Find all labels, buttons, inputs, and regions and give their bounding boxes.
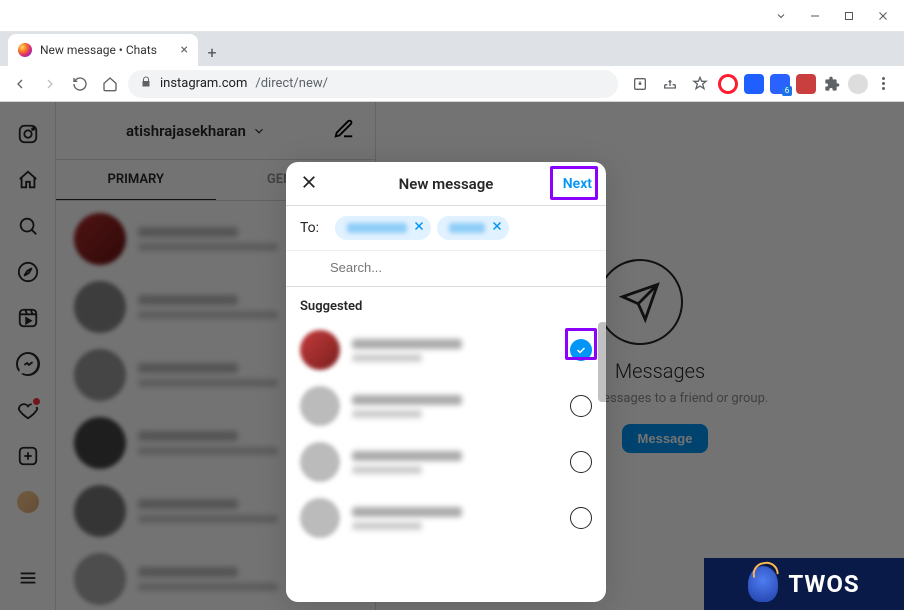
bookmark-icon[interactable]	[688, 72, 712, 96]
extension-badge-icon[interactable]	[770, 74, 790, 94]
watermark-text: TWOS	[788, 570, 859, 598]
select-radio[interactable]	[570, 507, 592, 529]
search-row	[286, 251, 606, 287]
select-radio[interactable]	[570, 451, 592, 473]
back-button[interactable]	[8, 72, 32, 96]
chip-remove-icon[interactable]	[491, 220, 503, 236]
window-controls	[0, 0, 904, 32]
share-icon[interactable]	[658, 72, 682, 96]
lock-icon	[140, 76, 152, 92]
recipients-row: To:	[286, 206, 606, 251]
reload-button[interactable]	[68, 72, 92, 96]
suggested-item[interactable]	[286, 434, 606, 490]
address-bar: instagram.com/direct/new/	[0, 66, 904, 102]
new-tab-button[interactable]: +	[198, 38, 226, 66]
page-content: atishrajasekharan PRIMARY GENERAL 2w Mes…	[0, 102, 904, 610]
window-minimize-icon[interactable]	[798, 4, 832, 28]
browser-menu-icon[interactable]	[874, 77, 892, 90]
url-bar[interactable]: instagram.com/direct/new/	[128, 70, 618, 98]
browser-tab[interactable]: New message • Chats ×	[8, 34, 198, 66]
extension-red-icon[interactable]	[796, 74, 816, 94]
instagram-favicon-icon	[18, 43, 32, 57]
forward-button[interactable]	[38, 72, 62, 96]
url-path: /direct/new/	[255, 76, 328, 91]
select-radio[interactable]	[570, 339, 592, 361]
modal-close-button[interactable]	[300, 173, 318, 195]
suggested-item[interactable]	[286, 490, 606, 546]
tab-bar: New message • Chats × +	[0, 32, 904, 66]
bulb-icon	[748, 566, 778, 602]
to-label: To:	[300, 216, 319, 236]
watermark: TWOS	[704, 558, 904, 610]
window-close-icon[interactable]	[866, 4, 900, 28]
suggested-label: Suggested	[286, 287, 606, 322]
modal-next-button[interactable]: Next	[563, 176, 592, 192]
recipient-chip[interactable]	[335, 216, 431, 240]
extensions-puzzle-icon[interactable]	[822, 74, 842, 94]
suggested-item[interactable]	[286, 378, 606, 434]
modal-header: New message Next	[286, 162, 606, 206]
extension-blue-icon[interactable]	[744, 74, 764, 94]
suggested-list	[286, 322, 606, 602]
window-chevron-icon[interactable]	[764, 4, 798, 28]
new-message-modal: New message Next To: Suggested	[286, 162, 606, 602]
extension-opera-icon[interactable]	[718, 74, 738, 94]
tab-title: New message • Chats	[40, 43, 157, 57]
suggested-item[interactable]	[286, 322, 606, 378]
modal-title: New message	[286, 175, 606, 193]
search-input[interactable]	[330, 260, 592, 275]
url-host: instagram.com	[160, 76, 247, 91]
select-radio[interactable]	[570, 395, 592, 417]
tab-close-icon[interactable]: ×	[181, 42, 188, 58]
window-maximize-icon[interactable]	[832, 4, 866, 28]
recipient-chip[interactable]	[437, 216, 509, 240]
extension-icons	[624, 72, 896, 96]
chip-remove-icon[interactable]	[413, 220, 425, 236]
install-icon[interactable]	[628, 72, 652, 96]
home-button[interactable]	[98, 72, 122, 96]
profile-avatar-icon[interactable]	[848, 74, 868, 94]
